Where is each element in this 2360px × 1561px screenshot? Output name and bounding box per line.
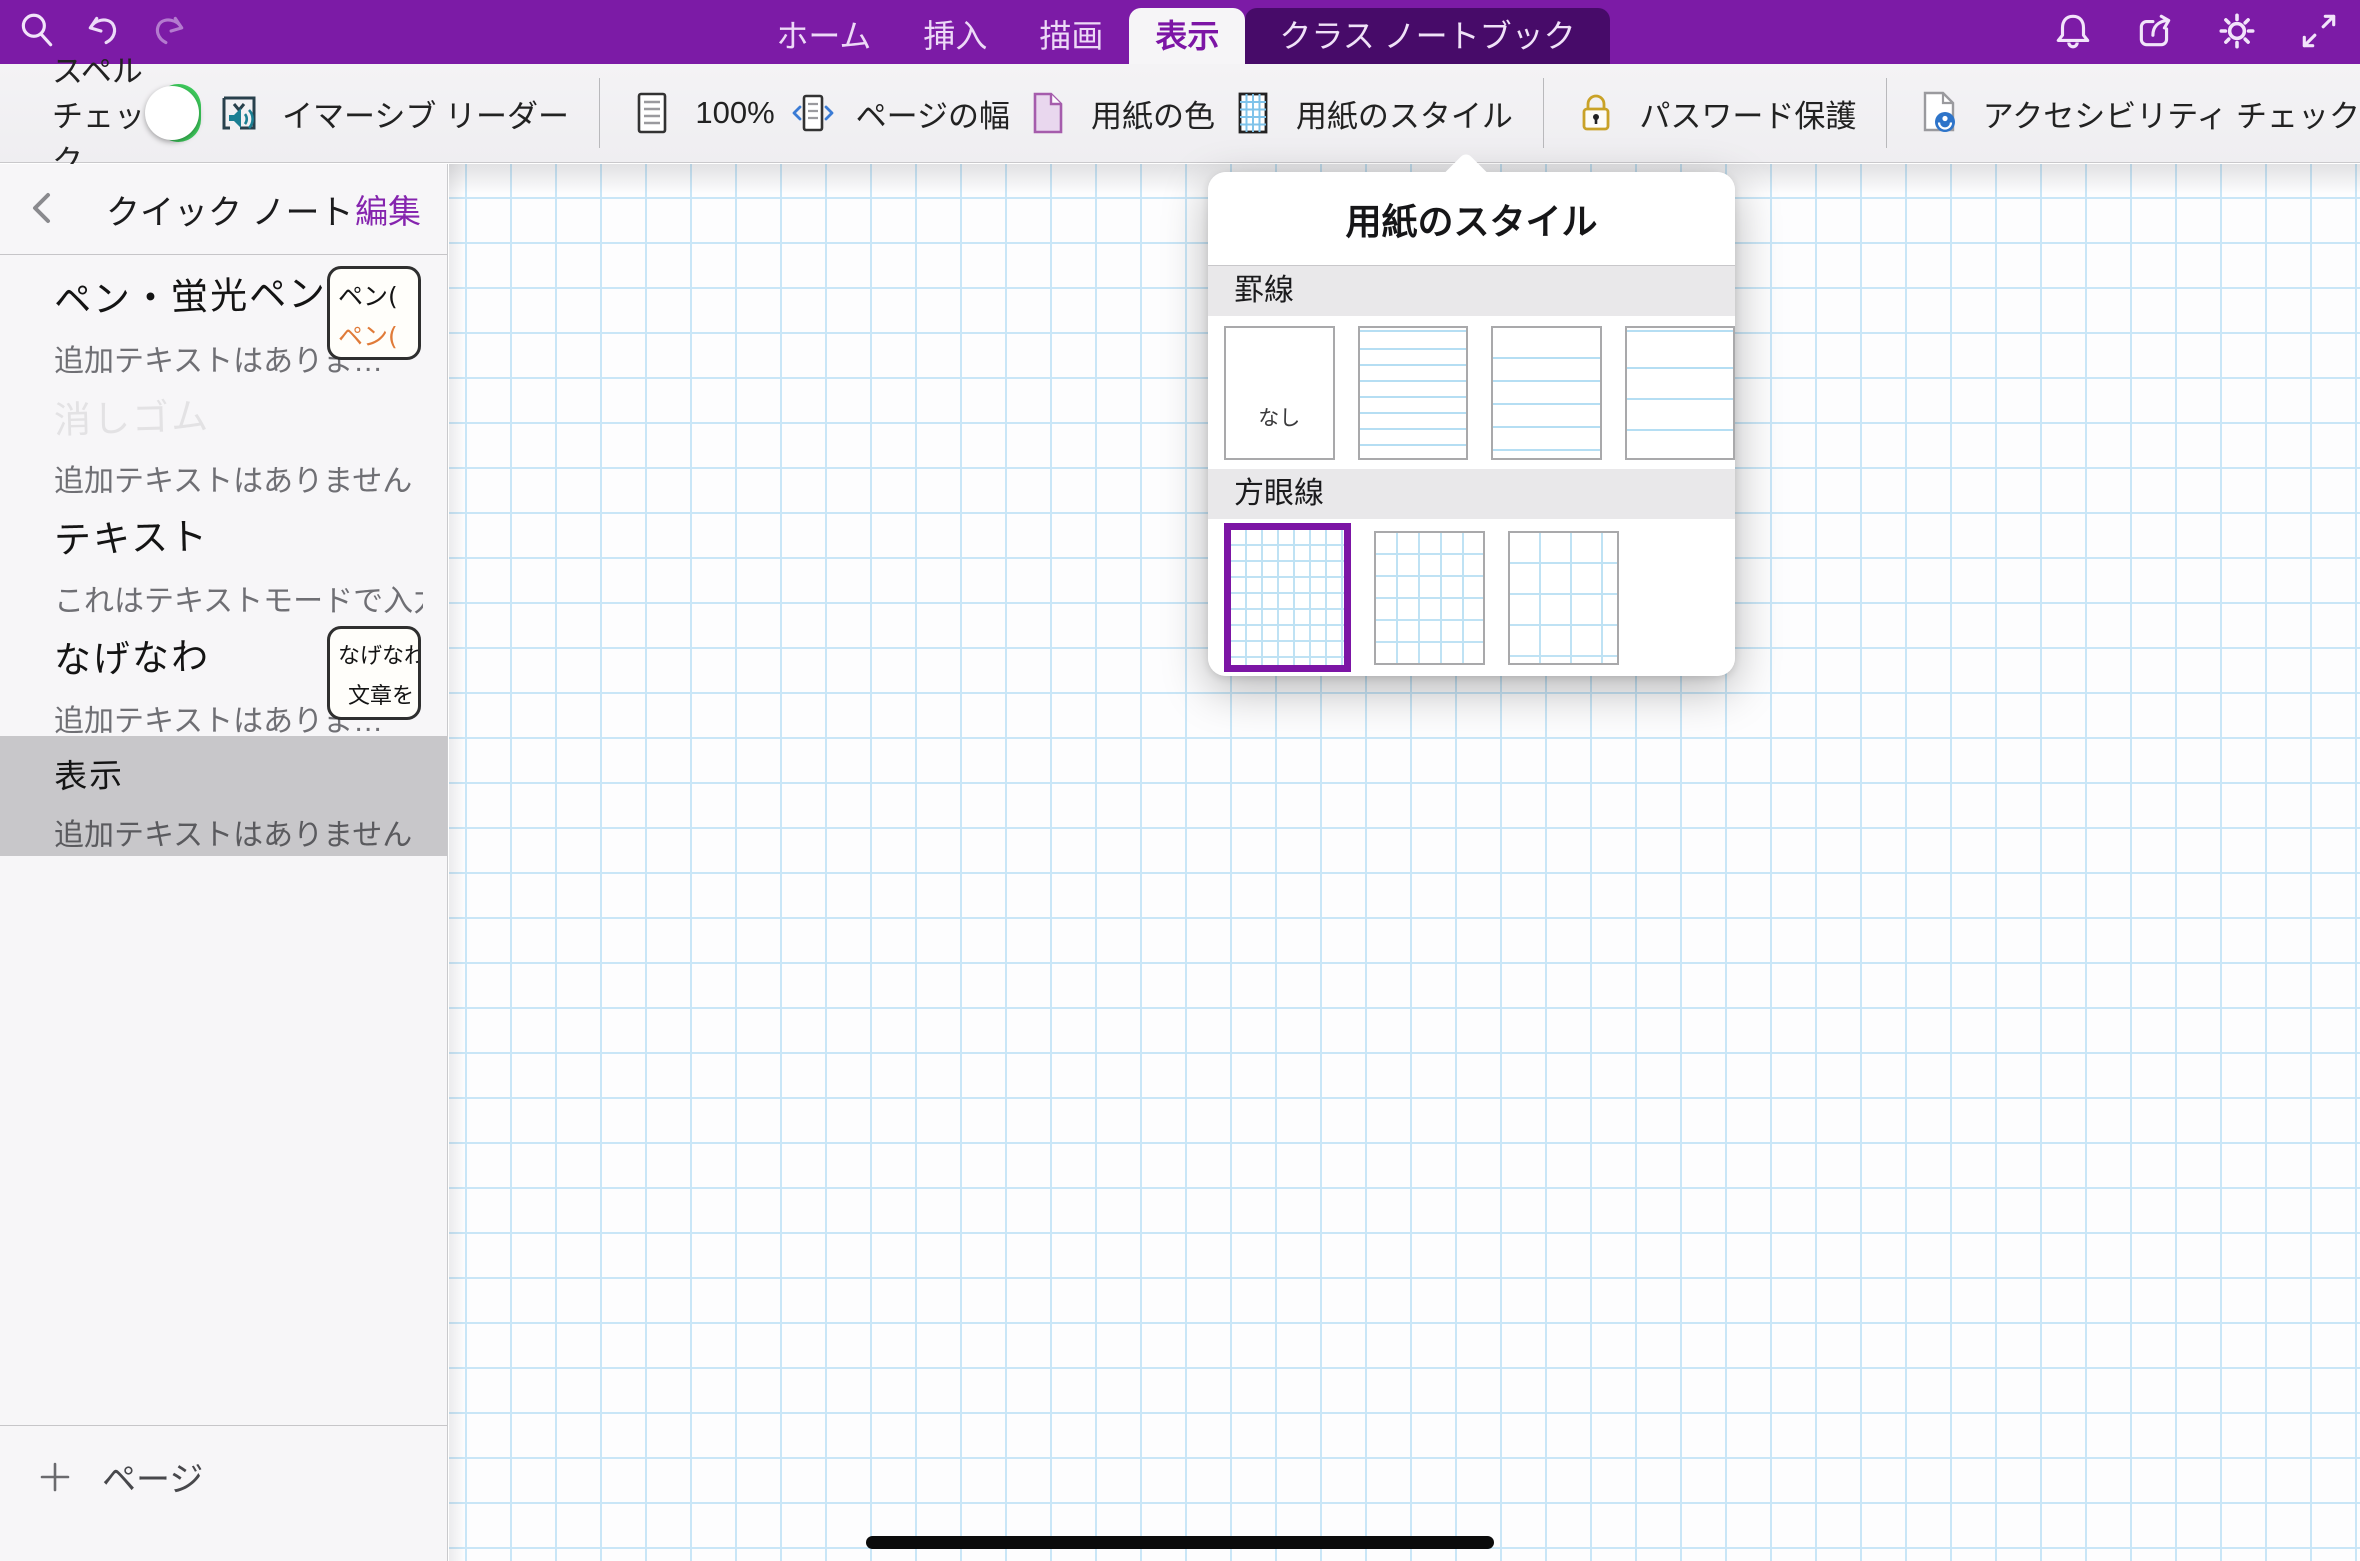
page-width-label: ページの幅 — [856, 91, 1010, 136]
fullscreen-icon — [2298, 10, 2340, 52]
page-subtitle: 追加テキストはありません — [54, 456, 423, 500]
paper-option-none-label: なし — [1258, 402, 1300, 432]
sidebar-footer: ページ — [0, 1425, 447, 1561]
immersive-reader-icon — [216, 90, 262, 136]
paper-option-grid-medium[interactable] — [1374, 531, 1485, 665]
gear-icon — [2216, 10, 2258, 52]
add-page-label: ページ — [102, 1452, 203, 1501]
view-toolbar: スペル チェック イマーシブ リーダー 100% — [0, 64, 2360, 163]
page-list-sidebar: クイック ノート 編集 ペン・蛍光ペン 追加テキストはありま… ペン( ペン( … — [0, 164, 448, 1561]
tab-class-notebook[interactable]: クラス ノートブック — [1245, 8, 1609, 64]
thumbnail-ink-line: なげなわ — [338, 637, 414, 677]
back-button[interactable] — [24, 188, 64, 231]
page-list: ペン・蛍光ペン 追加テキストはありま… ペン( ペン( 消しゴム 追加テキストは… — [0, 256, 447, 856]
section-header-ruled: 罫線 — [1208, 266, 1735, 316]
paper-style-icon — [1230, 90, 1276, 136]
bell-icon — [2052, 10, 2094, 52]
fullscreen-button[interactable] — [2296, 8, 2342, 54]
tab-home[interactable]: ホーム — [750, 8, 897, 64]
page-list-item[interactable]: ペン・蛍光ペン 追加テキストはありま… ペン( ペン( — [0, 256, 447, 376]
add-page-button[interactable]: ページ — [38, 1452, 203, 1501]
top-bar: ホーム 挿入 描画 表示 クラス ノートブック — [0, 0, 2360, 64]
page-title-handwriting: 表示 — [53, 748, 124, 798]
zoom-level-label: 100% — [695, 95, 774, 131]
paper-option-ruled-narrow[interactable] — [1358, 326, 1469, 460]
paper-option-grid-large[interactable] — [1508, 531, 1619, 665]
notifications-button[interactable] — [2050, 8, 2096, 54]
page-list-item[interactable]: テキスト これはテキストモードで入力し… — [0, 496, 447, 616]
paper-color-icon — [1025, 90, 1071, 136]
share-icon — [2134, 10, 2176, 52]
paper-style-button[interactable]: 用紙のスタイル — [1230, 90, 1513, 136]
paper-style-label: 用紙のスタイル — [1296, 91, 1513, 136]
password-protect-label: パスワード保護 — [1639, 91, 1856, 136]
zoom-level-button[interactable]: 100% — [629, 90, 774, 136]
ribbon-tabs: ホーム 挿入 描画 表示 クラス ノートブック — [0, 8, 2360, 64]
popup-title: 用紙のスタイル — [1345, 193, 1597, 245]
settings-button[interactable] — [2214, 8, 2260, 54]
grid-options-row — [1208, 519, 1735, 676]
page-thumbnail: ペン( ペン( — [327, 266, 421, 360]
accessibility-check-label: アクセシビリティ チェック — [1983, 91, 2360, 136]
home-indicator-bar[interactable] — [866, 1536, 1494, 1549]
toggle-knob — [145, 86, 199, 140]
page-subtitle: これはテキストモードで入力し… — [54, 576, 423, 620]
paper-color-label: 用紙の色 — [1091, 91, 1215, 136]
page-list-item[interactable]: 消しゴム 追加テキストはありません — [0, 376, 447, 496]
tab-view[interactable]: 表示 — [1129, 8, 1245, 64]
page-list-item-selected[interactable]: 表示 追加テキストはありません — [0, 736, 447, 856]
lock-icon — [1573, 90, 1619, 136]
tab-insert[interactable]: 挿入 — [897, 8, 1013, 64]
paper-color-button[interactable]: 用紙の色 — [1025, 90, 1215, 136]
topbar-right-icons — [2050, 8, 2342, 54]
section-header-grid: 方眼線 — [1208, 469, 1735, 519]
spell-check-toggle[interactable] — [156, 84, 201, 142]
page-title-handwriting: ペン・蛍光ペン — [53, 263, 327, 324]
share-button[interactable] — [2132, 8, 2178, 54]
page-width-button[interactable]: ページの幅 — [790, 90, 1010, 136]
page-title-handwriting: 消しゴム — [53, 386, 210, 444]
paper-option-ruled-medium[interactable] — [1491, 326, 1602, 460]
page-width-icon — [790, 90, 836, 136]
popup-header: 用紙のスタイル — [1208, 172, 1735, 266]
paper-option-none[interactable]: なし — [1224, 326, 1335, 460]
password-protect-button[interactable]: パスワード保護 — [1573, 90, 1856, 136]
tab-draw[interactable]: 描画 — [1013, 8, 1129, 64]
notebook-section-title: クイック ノート — [106, 185, 353, 234]
sidebar-header: クイック ノート 編集 — [0, 164, 447, 255]
paper-option-grid-small-selected[interactable] — [1224, 523, 1351, 672]
page-list-item[interactable]: なげなわ 追加テキストはありま… なげなわ 文章を — [0, 616, 447, 736]
page-title-handwriting: なげなわ — [53, 626, 210, 684]
edit-button[interactable]: 編集 — [355, 185, 421, 233]
paper-style-popup: 用紙のスタイル 罫線 なし 方眼線 — [1208, 172, 1735, 676]
zoom-page-icon — [629, 90, 675, 136]
accessibility-check-icon — [1917, 90, 1963, 136]
thumbnail-ink-line: ペン( — [338, 317, 414, 357]
thumbnail-ink-line: 文章を — [338, 677, 414, 717]
thumbnail-ink-line: ペン( — [338, 277, 414, 317]
ruled-options-row: なし — [1208, 316, 1735, 469]
spell-check-label: スペル チェック — [52, 46, 150, 181]
page-title-handwriting: テキスト — [53, 506, 209, 564]
plus-icon — [38, 1460, 72, 1494]
paper-option-ruled-wide[interactable] — [1625, 326, 1736, 460]
page-subtitle: 追加テキストはありません — [54, 810, 423, 854]
immersive-reader-label: イマーシブ リーダー — [282, 91, 569, 136]
page-thumbnail: なげなわ 文章を — [327, 626, 421, 720]
accessibility-check-button[interactable]: アクセシビリティ チェック — [1917, 90, 2360, 136]
onenote-app: ホーム 挿入 描画 表示 クラス ノートブック — [0, 0, 2360, 1561]
chevron-left-icon — [24, 188, 64, 228]
immersive-reader-button[interactable]: イマーシブ リーダー — [216, 90, 569, 136]
